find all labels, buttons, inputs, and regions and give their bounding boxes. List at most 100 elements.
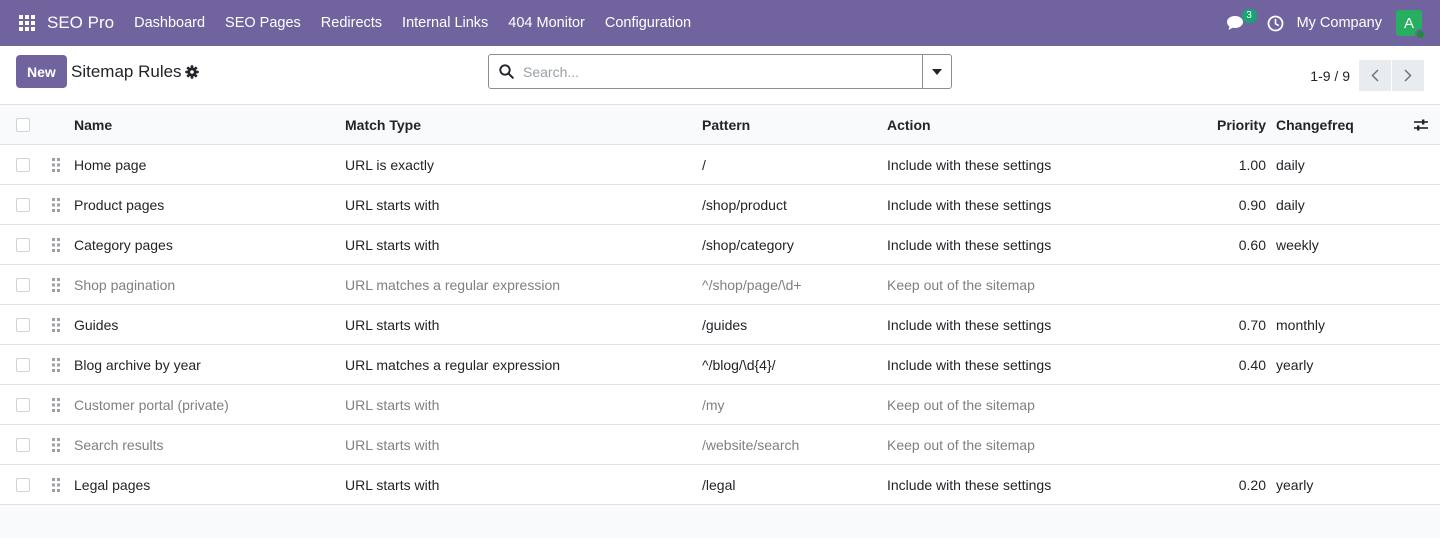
column-header-action[interactable]: Action: [887, 105, 931, 144]
menu-redirects[interactable]: Redirects: [311, 0, 392, 46]
cell-action: Include with these settings: [887, 196, 1052, 213]
search-input[interactable]: [523, 55, 922, 88]
cell-name: Legal pages: [74, 476, 151, 493]
search-options-toggle[interactable]: [922, 55, 951, 88]
drag-handle-icon[interactable]: [52, 145, 60, 184]
table-row[interactable]: Legal pages URL starts with /legal Inclu…: [0, 465, 1440, 505]
menu-seo-pages[interactable]: SEO Pages: [215, 0, 311, 46]
column-header-priority[interactable]: Priority: [1190, 105, 1266, 144]
cell-name: Product pages: [74, 196, 165, 213]
row-checkbox[interactable]: [16, 437, 30, 452]
select-all-checkbox[interactable]: [16, 117, 30, 132]
cell-action: Keep out of the sitemap: [887, 436, 1035, 453]
drag-handle-icon[interactable]: [52, 225, 60, 264]
row-checkbox[interactable]: [16, 157, 30, 172]
table-row[interactable]: Category pages URL starts with /shop/cat…: [0, 225, 1440, 265]
table-row[interactable]: Customer portal (private) URL starts wit…: [0, 385, 1440, 425]
app-grid-icon[interactable]: [0, 0, 54, 46]
cell-match-type: URL starts with: [345, 396, 440, 413]
table-empty-area: [0, 505, 1440, 538]
cell-match-type: URL starts with: [345, 236, 440, 253]
menu-404-monitor[interactable]: 404 Monitor: [498, 0, 595, 46]
cell-name: Blog archive by year: [74, 356, 201, 373]
control-panel: New Sitemap Rules Search... 1-9 / 9: [0, 46, 1440, 105]
pager-next-button[interactable]: [1392, 60, 1424, 91]
page-title: Sitemap Rules: [71, 62, 182, 81]
app-name[interactable]: SEO Pro: [47, 13, 114, 33]
row-checkbox[interactable]: [16, 477, 30, 492]
cell-name: Shop pagination: [74, 276, 176, 293]
activity-clock-icon[interactable]: [1263, 0, 1289, 46]
cell-priority: 1.00: [1238, 156, 1266, 173]
cell-match-type: URL starts with: [345, 316, 440, 333]
cell-priority: 0.20: [1238, 476, 1266, 493]
sitemap-rules-table: Name Match Type Pattern Action Priority …: [0, 105, 1440, 538]
cell-priority: 0.40: [1238, 356, 1266, 373]
cell-name: Home page: [74, 156, 147, 173]
avatar-letter: A: [1403, 14, 1414, 32]
cell-match-type: URL matches a regular expression: [345, 276, 561, 293]
table-row[interactable]: Shop pagination URL matches a regular ex…: [0, 265, 1440, 305]
column-header-pattern[interactable]: Pattern: [702, 105, 750, 144]
messages-icon[interactable]: 3: [1223, 0, 1257, 46]
table-header: Name Match Type Pattern Action Priority …: [0, 105, 1440, 145]
drag-handle-icon[interactable]: [52, 305, 60, 344]
cell-action: Keep out of the sitemap: [887, 276, 1035, 293]
drag-handle-icon[interactable]: [52, 345, 60, 384]
cell-name: Search results: [74, 436, 164, 453]
cell-changefreq: monthly: [1276, 316, 1326, 333]
cell-pattern: /shop/product: [702, 196, 787, 213]
table-row[interactable]: Guides URL starts with /guides Include w…: [0, 305, 1440, 345]
cell-priority: 0.90: [1238, 196, 1266, 213]
menu-configuration[interactable]: Configuration: [595, 0, 701, 46]
drag-handle-icon[interactable]: [52, 425, 60, 464]
cell-pattern: /guides: [702, 316, 748, 333]
cell-action: Include with these settings: [887, 476, 1052, 493]
cell-pattern: ^/shop/page/\d+: [702, 276, 802, 293]
gear-icon[interactable]: [185, 65, 199, 82]
row-checkbox[interactable]: [16, 317, 30, 332]
cell-action: Include with these settings: [887, 356, 1052, 373]
drag-handle-icon[interactable]: [52, 465, 60, 504]
table-row[interactable]: Home page URL is exactly / Include with …: [0, 145, 1440, 185]
drag-handle-icon[interactable]: [52, 385, 60, 424]
table-row[interactable]: Product pages URL starts with /shop/prod…: [0, 185, 1440, 225]
cell-priority: 0.70: [1238, 316, 1266, 333]
top-navbar: SEO Pro Dashboard SEO Pages Redirects In…: [0, 0, 1440, 46]
cell-pattern: /legal: [702, 476, 736, 493]
row-checkbox[interactable]: [16, 237, 30, 252]
drag-handle-icon[interactable]: [52, 265, 60, 304]
search-icon: [489, 64, 523, 79]
cell-match-type: URL starts with: [345, 196, 440, 213]
cell-changefreq: weekly: [1276, 236, 1319, 253]
drag-handle-icon[interactable]: [52, 185, 60, 224]
menu-internal-links[interactable]: Internal Links: [392, 0, 498, 46]
cell-pattern: /: [702, 156, 706, 173]
table-row[interactable]: Search results URL starts with /website/…: [0, 425, 1440, 465]
pager-previous-button[interactable]: [1359, 60, 1391, 91]
new-button[interactable]: New: [16, 55, 67, 88]
row-checkbox[interactable]: [16, 357, 30, 372]
row-checkbox[interactable]: [16, 197, 30, 212]
cell-match-type: URL matches a regular expression: [345, 356, 561, 373]
chevron-right-icon: [1404, 69, 1412, 82]
table-row[interactable]: Blog archive by year URL matches a regul…: [0, 345, 1440, 385]
cell-priority: [1190, 265, 1266, 304]
row-checkbox[interactable]: [16, 397, 30, 412]
column-header-match-type[interactable]: Match Type: [345, 105, 421, 144]
column-header-name[interactable]: Name: [74, 105, 112, 144]
user-avatar[interactable]: A: [1396, 10, 1426, 40]
optional-columns-icon[interactable]: [1414, 105, 1428, 144]
cell-priority: [1190, 385, 1266, 424]
menu-dashboard[interactable]: Dashboard: [124, 0, 215, 46]
row-checkbox[interactable]: [16, 277, 30, 292]
company-switcher[interactable]: My Company: [1297, 15, 1382, 31]
messages-count-badge: 3: [1241, 9, 1257, 23]
online-status-dot: [1415, 29, 1426, 40]
pager-value[interactable]: 1-9 / 9: [1310, 68, 1350, 84]
column-header-changefreq[interactable]: Changefreq: [1276, 105, 1354, 144]
pager: 1-9 / 9: [1310, 46, 1440, 105]
cell-action: Keep out of the sitemap: [887, 396, 1035, 413]
cell-name: Guides: [74, 316, 119, 333]
chevron-left-icon: [1371, 69, 1379, 82]
